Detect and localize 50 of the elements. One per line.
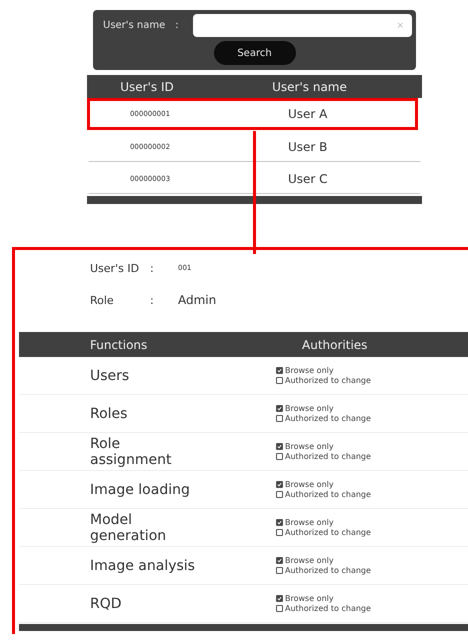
- user-name-cell: User C: [288, 172, 328, 186]
- function-name: Image analysis: [89, 558, 196, 574]
- info-value: Admin: [178, 293, 216, 307]
- field-label: User's name: [103, 20, 166, 31]
- function-name: Users: [89, 368, 130, 384]
- option-label: Browse only: [285, 594, 334, 603]
- checkbox[interactable]: [276, 519, 283, 526]
- function-name: Model generation: [89, 512, 168, 544]
- authority-option[interactable]: Browse only: [276, 556, 371, 565]
- checkbox[interactable]: [276, 605, 283, 612]
- option-label: Browse only: [285, 556, 334, 565]
- checkbox[interactable]: [276, 453, 283, 460]
- checkbox[interactable]: [276, 595, 283, 602]
- authority-option[interactable]: Browse only: [276, 366, 371, 375]
- function-name: RQD: [89, 596, 123, 612]
- option-label: Browse only: [285, 404, 334, 413]
- authority-option[interactable]: Browse only: [276, 480, 371, 489]
- checkbox[interactable]: [276, 405, 283, 412]
- checkbox[interactable]: [276, 377, 283, 384]
- checkbox[interactable]: [276, 529, 283, 536]
- function-name: Image loading: [89, 482, 191, 498]
- colon: :: [175, 20, 179, 31]
- colon: :: [150, 262, 155, 274]
- authority-option[interactable]: Browse only: [276, 594, 371, 603]
- column-header: Authorities: [302, 338, 368, 352]
- colon: :: [150, 294, 155, 306]
- authority-option[interactable]: Browse only: [276, 442, 371, 451]
- option-label: Browse only: [285, 442, 334, 451]
- checkbox[interactable]: [276, 443, 283, 450]
- checkbox[interactable]: [276, 415, 283, 422]
- option-label: Browse only: [285, 480, 334, 489]
- option-label: Browse only: [285, 518, 334, 527]
- info-label: User's ID: [90, 262, 140, 274]
- column-header: User's ID: [119, 80, 175, 94]
- checkbox[interactable]: [276, 491, 283, 498]
- checkbox[interactable]: [276, 367, 283, 374]
- option-label: Browse only: [285, 366, 334, 375]
- authority-option[interactable]: Browse only: [276, 404, 371, 413]
- user-name-cell: User B: [288, 140, 328, 154]
- function-name: Role assignment: [89, 436, 172, 468]
- checkbox[interactable]: [276, 481, 283, 488]
- column-header: User's name: [271, 80, 348, 94]
- authority-option[interactable]: Browse only: [276, 518, 371, 527]
- user-name-cell: User A: [288, 107, 328, 121]
- column-header: Functions: [89, 338, 148, 352]
- search-button[interactable]: Search: [214, 41, 296, 65]
- checkbox[interactable]: [276, 567, 283, 574]
- checkbox[interactable]: [276, 557, 283, 564]
- info-label: Role: [90, 294, 115, 306]
- function-name: Roles: [89, 406, 128, 422]
